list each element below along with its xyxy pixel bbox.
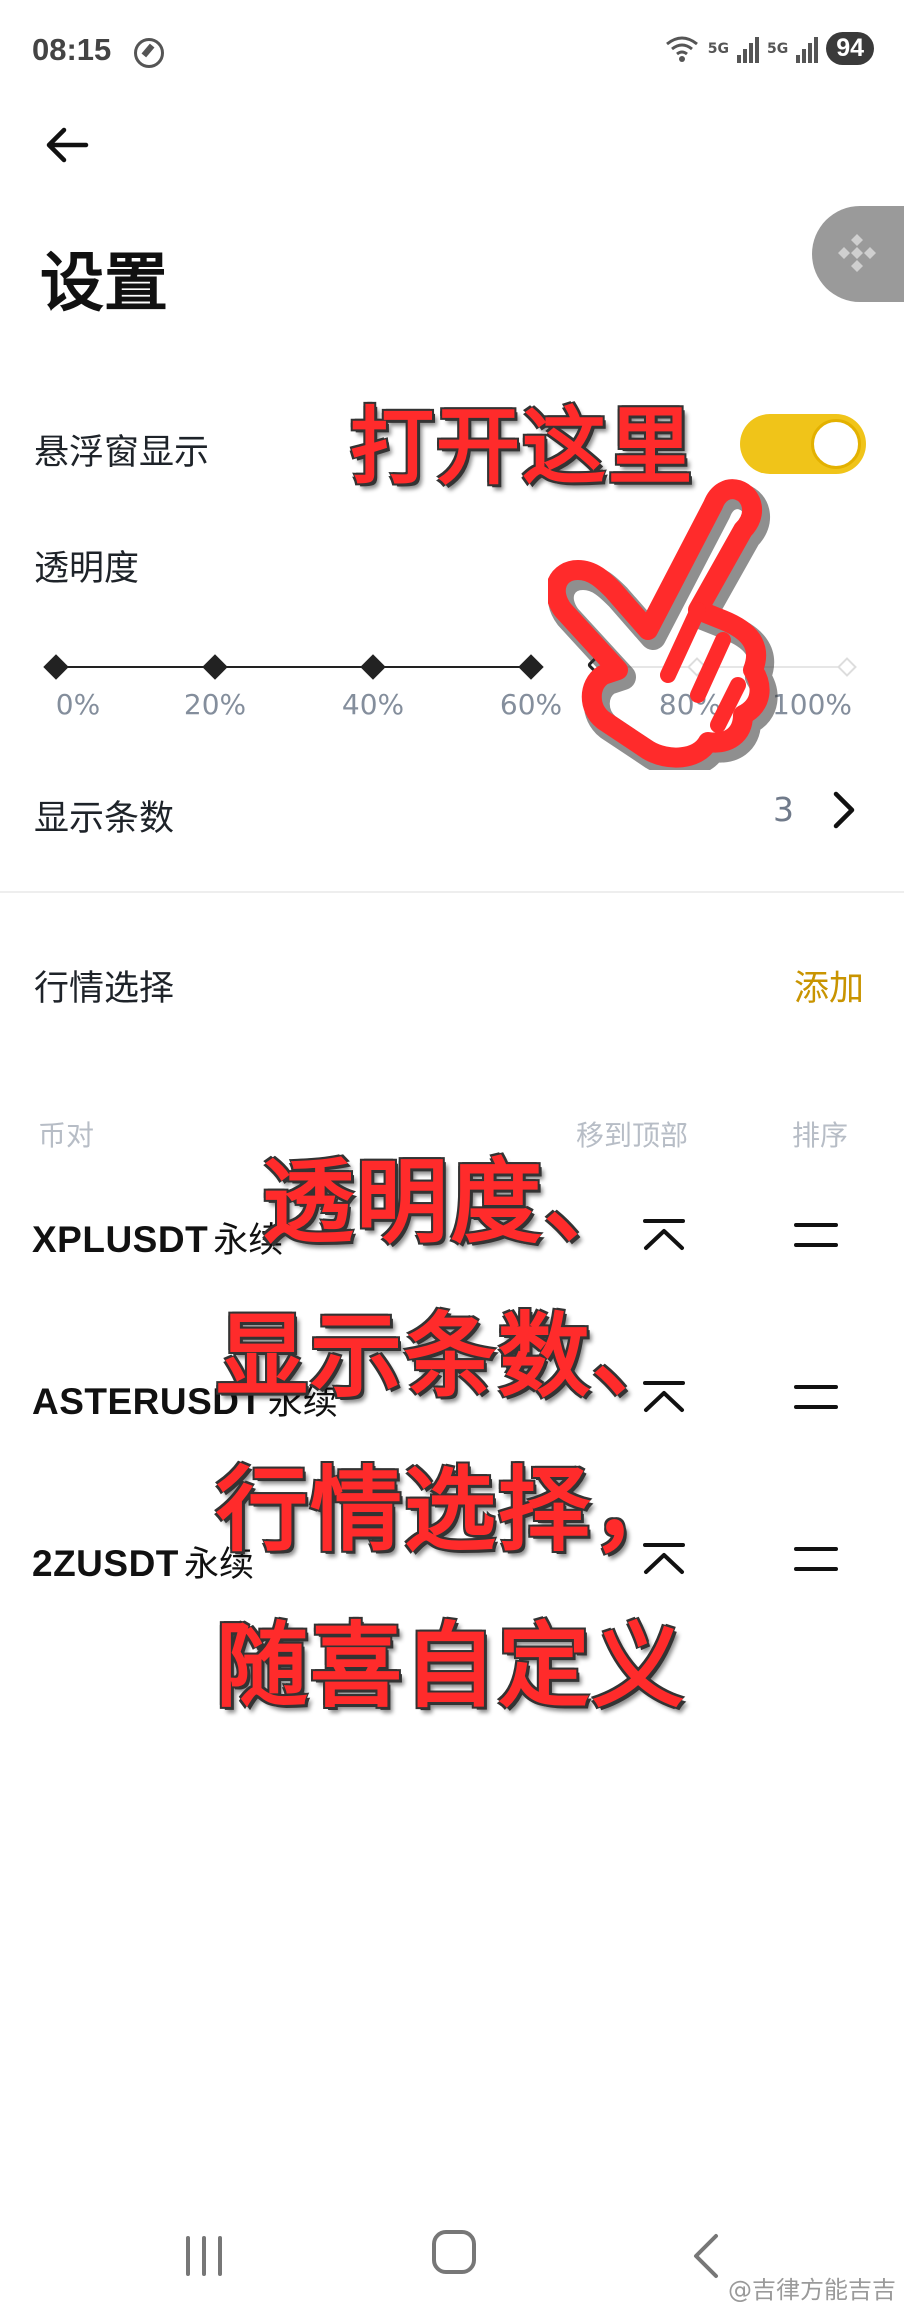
column-header-pair: 币对 [38,1119,95,1152]
slider-tick [202,654,228,680]
move-to-top-icon[interactable] [642,1218,686,1252]
pair-name: 2ZUSDT [32,1543,179,1584]
floating-window-label: 悬浮窗显示 [34,433,210,473]
add-pair-button[interactable]: 添加 [794,960,864,1011]
binance-logo-icon [838,234,876,272]
drag-handle-icon[interactable] [794,1546,838,1572]
pointing-hand-icon [548,479,778,770]
pair-row: XPLUSDT 永续 [32,1212,283,1263]
slider-tick-label: 0% [55,688,101,721]
section-divider [0,891,904,893]
signal-icon [796,36,819,63]
battery-indicator: 94 [826,32,874,65]
chevron-right-icon[interactable] [824,790,864,830]
slider-tick [43,654,69,680]
signal-icon [736,36,759,63]
signal-label-2: 5G [766,40,789,57]
recent-apps-icon[interactable] [182,2236,226,2276]
slider-tick [837,657,857,677]
slider-tick-label: 40% [341,688,405,721]
navigation-status-icon [134,38,164,68]
system-back-icon[interactable] [690,2232,720,2280]
signal-label-1: 5G [707,40,729,57]
toggle-knob [811,419,861,469]
watermark: @吉律方能吉吉 [728,2276,896,2304]
annotation-line: 随喜自定义 [216,1613,687,1720]
floating-window-toggle[interactable] [740,414,866,474]
wifi-icon [665,36,698,62]
home-button[interactable] [432,2230,476,2274]
back-arrow-icon[interactable] [42,120,92,170]
annotation-line: 显示条数、 [216,1303,687,1410]
floating-window-handle[interactable] [812,206,904,302]
page-title: 设置 [40,247,168,321]
opacity-slider-track-filled[interactable] [56,666,530,668]
drag-handle-icon[interactable] [794,1222,838,1248]
slider-tick [518,654,544,680]
opacity-label: 透明度 [34,549,140,589]
drag-handle-icon[interactable] [794,1384,838,1410]
market-selection-label: 行情选择 [34,969,175,1009]
status-icons: 5G 5G 94 [664,32,874,65]
status-time: 08:15 [32,32,112,67]
display-count-label: 显示条数 [34,799,175,839]
column-header-sort: 排序 [792,1119,849,1152]
slider-tick [360,654,386,680]
display-count-value[interactable]: 3 [773,790,794,829]
pair-name: XPLUSDT [32,1219,209,1260]
slider-tick-label: 20% [183,688,247,721]
annotation-line: 透明度、 [262,1149,639,1256]
annotation-open-here: 打开这里 [350,398,695,496]
annotation-line: 行情选择， [216,1457,687,1564]
